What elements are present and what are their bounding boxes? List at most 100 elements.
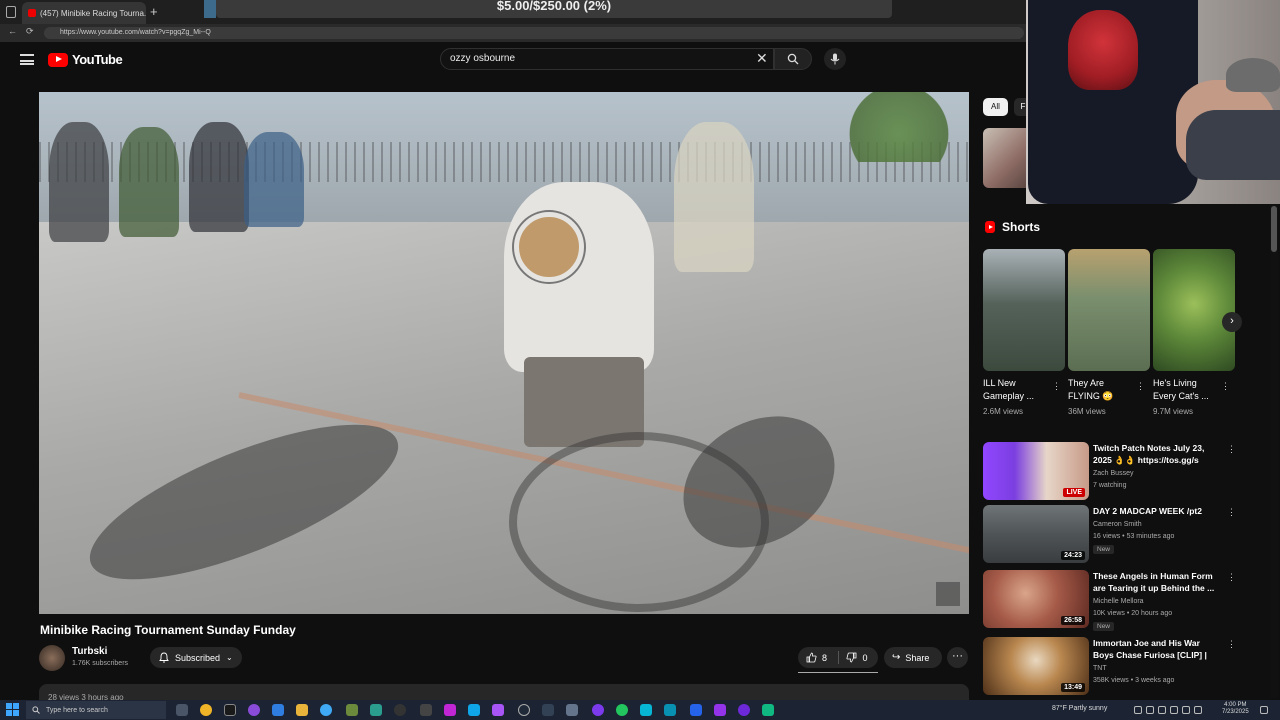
app-icon[interactable] xyxy=(566,704,578,716)
app-icon[interactable] xyxy=(468,704,480,716)
recommendation-thumbnail[interactable] xyxy=(983,128,1027,188)
short-title[interactable]: He's Living Every Cat's ... xyxy=(1153,377,1219,403)
back-icon[interactable]: ← xyxy=(8,26,17,36)
scrollbar-thumb[interactable] xyxy=(1271,206,1277,252)
recommendation-meta: 7 watching xyxy=(1093,482,1127,489)
recommendation-menu-icon[interactable]: ⋮ xyxy=(1227,639,1236,650)
short-title[interactable]: ILL New Gameplay ... xyxy=(983,377,1049,403)
share-button[interactable]: ↪ Share xyxy=(884,647,942,668)
recommendation-title[interactable]: DAY 2 MADCAP WEEK /pt2 xyxy=(1093,505,1219,517)
app-icon[interactable] xyxy=(272,704,284,716)
taskbar-search[interactable]: Type here to search xyxy=(26,701,166,719)
recommendation-item[interactable]: LIVE Twitch Patch Notes July 23, 2025 👌👌… xyxy=(983,442,1273,504)
app-icon[interactable] xyxy=(518,704,530,716)
app-icon[interactable] xyxy=(346,704,358,716)
recommendation-title[interactable]: These Angels in Human Form are Tearing i… xyxy=(1093,570,1219,594)
clear-search-icon[interactable]: ✕ xyxy=(756,50,768,67)
chrome-icon[interactable] xyxy=(616,704,628,716)
search-icon xyxy=(787,53,799,65)
browser-tab[interactable]: (457) Minibike Racing Tourna... × xyxy=(22,2,146,24)
video-player[interactable] xyxy=(39,92,969,614)
recommendation-item[interactable]: 26:58 These Angels in Human Form are Tea… xyxy=(983,570,1273,632)
app-icon[interactable] xyxy=(592,704,604,716)
notifications-icon[interactable] xyxy=(1260,706,1268,714)
address-bar[interactable]: https://www.youtube.com/watch?v=pgqZg_Mi… xyxy=(44,27,1024,39)
player-overlay-thumbnail[interactable] xyxy=(936,582,960,606)
app-icon[interactable] xyxy=(690,704,702,716)
recommendation-thumbnail[interactable]: 13:49 xyxy=(983,637,1089,695)
app-icon[interactable] xyxy=(224,704,236,716)
reload-icon[interactable]: ⟳ xyxy=(26,26,34,37)
like-button[interactable]: 8 xyxy=(798,647,838,668)
channel-name[interactable]: Turbski xyxy=(72,646,107,657)
hamburger-menu-icon[interactable] xyxy=(20,54,34,65)
short-title[interactable]: They Are FLYING 😳 xyxy=(1068,377,1134,403)
app-icon[interactable] xyxy=(320,704,332,716)
video-frame-minibike xyxy=(509,432,769,612)
volume-icon[interactable] xyxy=(1182,706,1190,714)
app-icon[interactable] xyxy=(420,704,432,716)
subscribed-button[interactable]: Subscribed ⌄ xyxy=(150,647,242,668)
windows-start-icon[interactable] xyxy=(6,703,20,717)
new-tab-button[interactable]: + xyxy=(150,4,158,19)
channel-avatar[interactable] xyxy=(39,645,65,671)
search-button[interactable] xyxy=(774,48,812,70)
app-icon[interactable] xyxy=(444,704,456,716)
short-views: 36M views xyxy=(1068,407,1106,416)
app-icon[interactable] xyxy=(542,704,554,716)
app-icon[interactable] xyxy=(640,704,652,716)
recommendation-thumbnail[interactable]: 24:23 xyxy=(983,505,1089,563)
channel-subscriber-count: 1.76K subscribers xyxy=(72,660,129,667)
system-clock[interactable]: 4:00 PM 7/23/2025 xyxy=(1222,702,1249,716)
recommendation-item[interactable]: 24:23 DAY 2 MADCAP WEEK /pt2 Cameron Smi… xyxy=(983,505,1273,567)
taskbar-search-placeholder: Type here to search xyxy=(46,706,108,714)
short-thumbnail[interactable] xyxy=(1068,249,1150,371)
tab-actions-icon[interactable] xyxy=(6,6,16,18)
recommendation-meta: 10K views • 20 hours ago xyxy=(1093,610,1173,617)
app-icon[interactable] xyxy=(762,704,774,716)
short-menu-icon[interactable]: ⋮ xyxy=(1221,381,1230,392)
recommendation-title[interactable]: Immortan Joe and His War Boys Chase Furi… xyxy=(1093,637,1219,662)
more-actions-icon[interactable]: ··· xyxy=(947,647,968,668)
recommendation-item[interactable]: 13:49 Immortan Joe and His War Boys Chas… xyxy=(983,637,1273,699)
recommendation-thumbnail[interactable]: LIVE xyxy=(983,442,1089,500)
voice-search-button[interactable] xyxy=(824,48,846,70)
short-menu-icon[interactable]: ⋮ xyxy=(1052,381,1061,392)
short-thumbnail[interactable] xyxy=(983,249,1065,371)
weather-widget[interactable]: 87°F Partly sunny xyxy=(1052,705,1107,712)
app-icon[interactable] xyxy=(738,704,750,716)
short-views: 2.6M views xyxy=(983,407,1024,416)
app-icon[interactable] xyxy=(394,704,406,716)
tray-icon[interactable] xyxy=(1158,706,1166,714)
chip-all[interactable]: All xyxy=(983,98,1008,116)
app-icon[interactable] xyxy=(492,704,504,716)
search-input[interactable]: ozzy osbourne xyxy=(440,48,774,70)
dislike-button[interactable]: 0 xyxy=(838,647,878,668)
chevron-right-icon[interactable]: › xyxy=(1222,312,1242,332)
app-icon[interactable] xyxy=(370,704,382,716)
video-duration: 13:49 xyxy=(1061,683,1085,692)
short-menu-icon[interactable]: ⋮ xyxy=(1136,381,1145,392)
recommendation-channel[interactable]: TNT xyxy=(1093,665,1107,672)
app-icon[interactable] xyxy=(664,704,676,716)
task-view-icon[interactable] xyxy=(176,704,188,716)
short-thumbnail[interactable] xyxy=(1153,249,1235,371)
tray-icon[interactable] xyxy=(1134,706,1142,714)
recommendation-menu-icon[interactable]: ⋮ xyxy=(1227,444,1236,455)
app-icon[interactable] xyxy=(248,704,260,716)
tray-icon[interactable] xyxy=(1194,706,1202,714)
page-scrollbar[interactable] xyxy=(1270,204,1278,698)
recommendation-menu-icon[interactable]: ⋮ xyxy=(1227,572,1236,583)
recommendation-channel[interactable]: Cameron Smith xyxy=(1093,521,1142,528)
folder-icon[interactable] xyxy=(296,704,308,716)
recommendation-channel[interactable]: Michelle Mellora xyxy=(1093,598,1144,605)
youtube-logo[interactable]: YouTube xyxy=(48,52,123,67)
network-icon[interactable] xyxy=(1170,706,1178,714)
recommendation-thumbnail[interactable]: 26:58 xyxy=(983,570,1089,628)
recommendation-menu-icon[interactable]: ⋮ xyxy=(1227,507,1236,518)
tray-icon[interactable] xyxy=(1146,706,1154,714)
chrome-icon[interactable] xyxy=(200,704,212,716)
recommendation-title[interactable]: Twitch Patch Notes July 23, 2025 👌👌 http… xyxy=(1093,442,1219,466)
recommendation-channel[interactable]: Zach Bussey xyxy=(1093,470,1133,477)
app-icon[interactable] xyxy=(714,704,726,716)
